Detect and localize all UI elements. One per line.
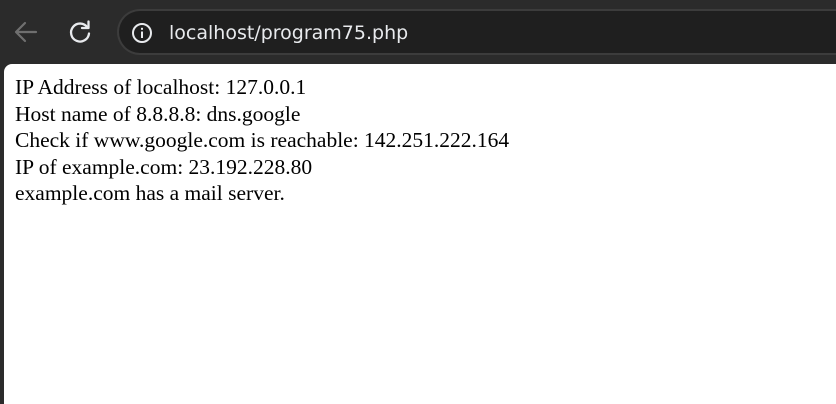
output-line-mail-server: example.com has a mail server. <box>15 181 285 205</box>
output-line-reachable: Check if www.google.com is reachable: 14… <box>15 128 510 152</box>
reload-button[interactable] <box>62 14 98 50</box>
page-content: IP Address of localhost: 127.0.0.1 Host … <box>4 64 836 404</box>
output-line-localhost-ip: IP Address of localhost: 127.0.0.1 <box>15 75 307 99</box>
reload-icon <box>69 20 91 43</box>
info-icon <box>132 23 152 43</box>
address-bar[interactable]: localhost/program75.php <box>117 9 836 55</box>
url-text[interactable]: localhost/program75.php <box>169 21 408 45</box>
output-line-hostname: Host name of 8.8.8.8: dns.google <box>15 101 301 126</box>
back-button[interactable] <box>8 14 44 50</box>
arrow-left-icon <box>14 21 38 43</box>
browser-window: localhost/program75.php IP Address of lo… <box>0 0 836 404</box>
browser-toolbar: localhost/program75.php <box>0 0 836 64</box>
site-info-button[interactable] <box>130 21 154 45</box>
output-line-example-ip: IP of example.com: 23.192.228.80 <box>15 154 313 179</box>
